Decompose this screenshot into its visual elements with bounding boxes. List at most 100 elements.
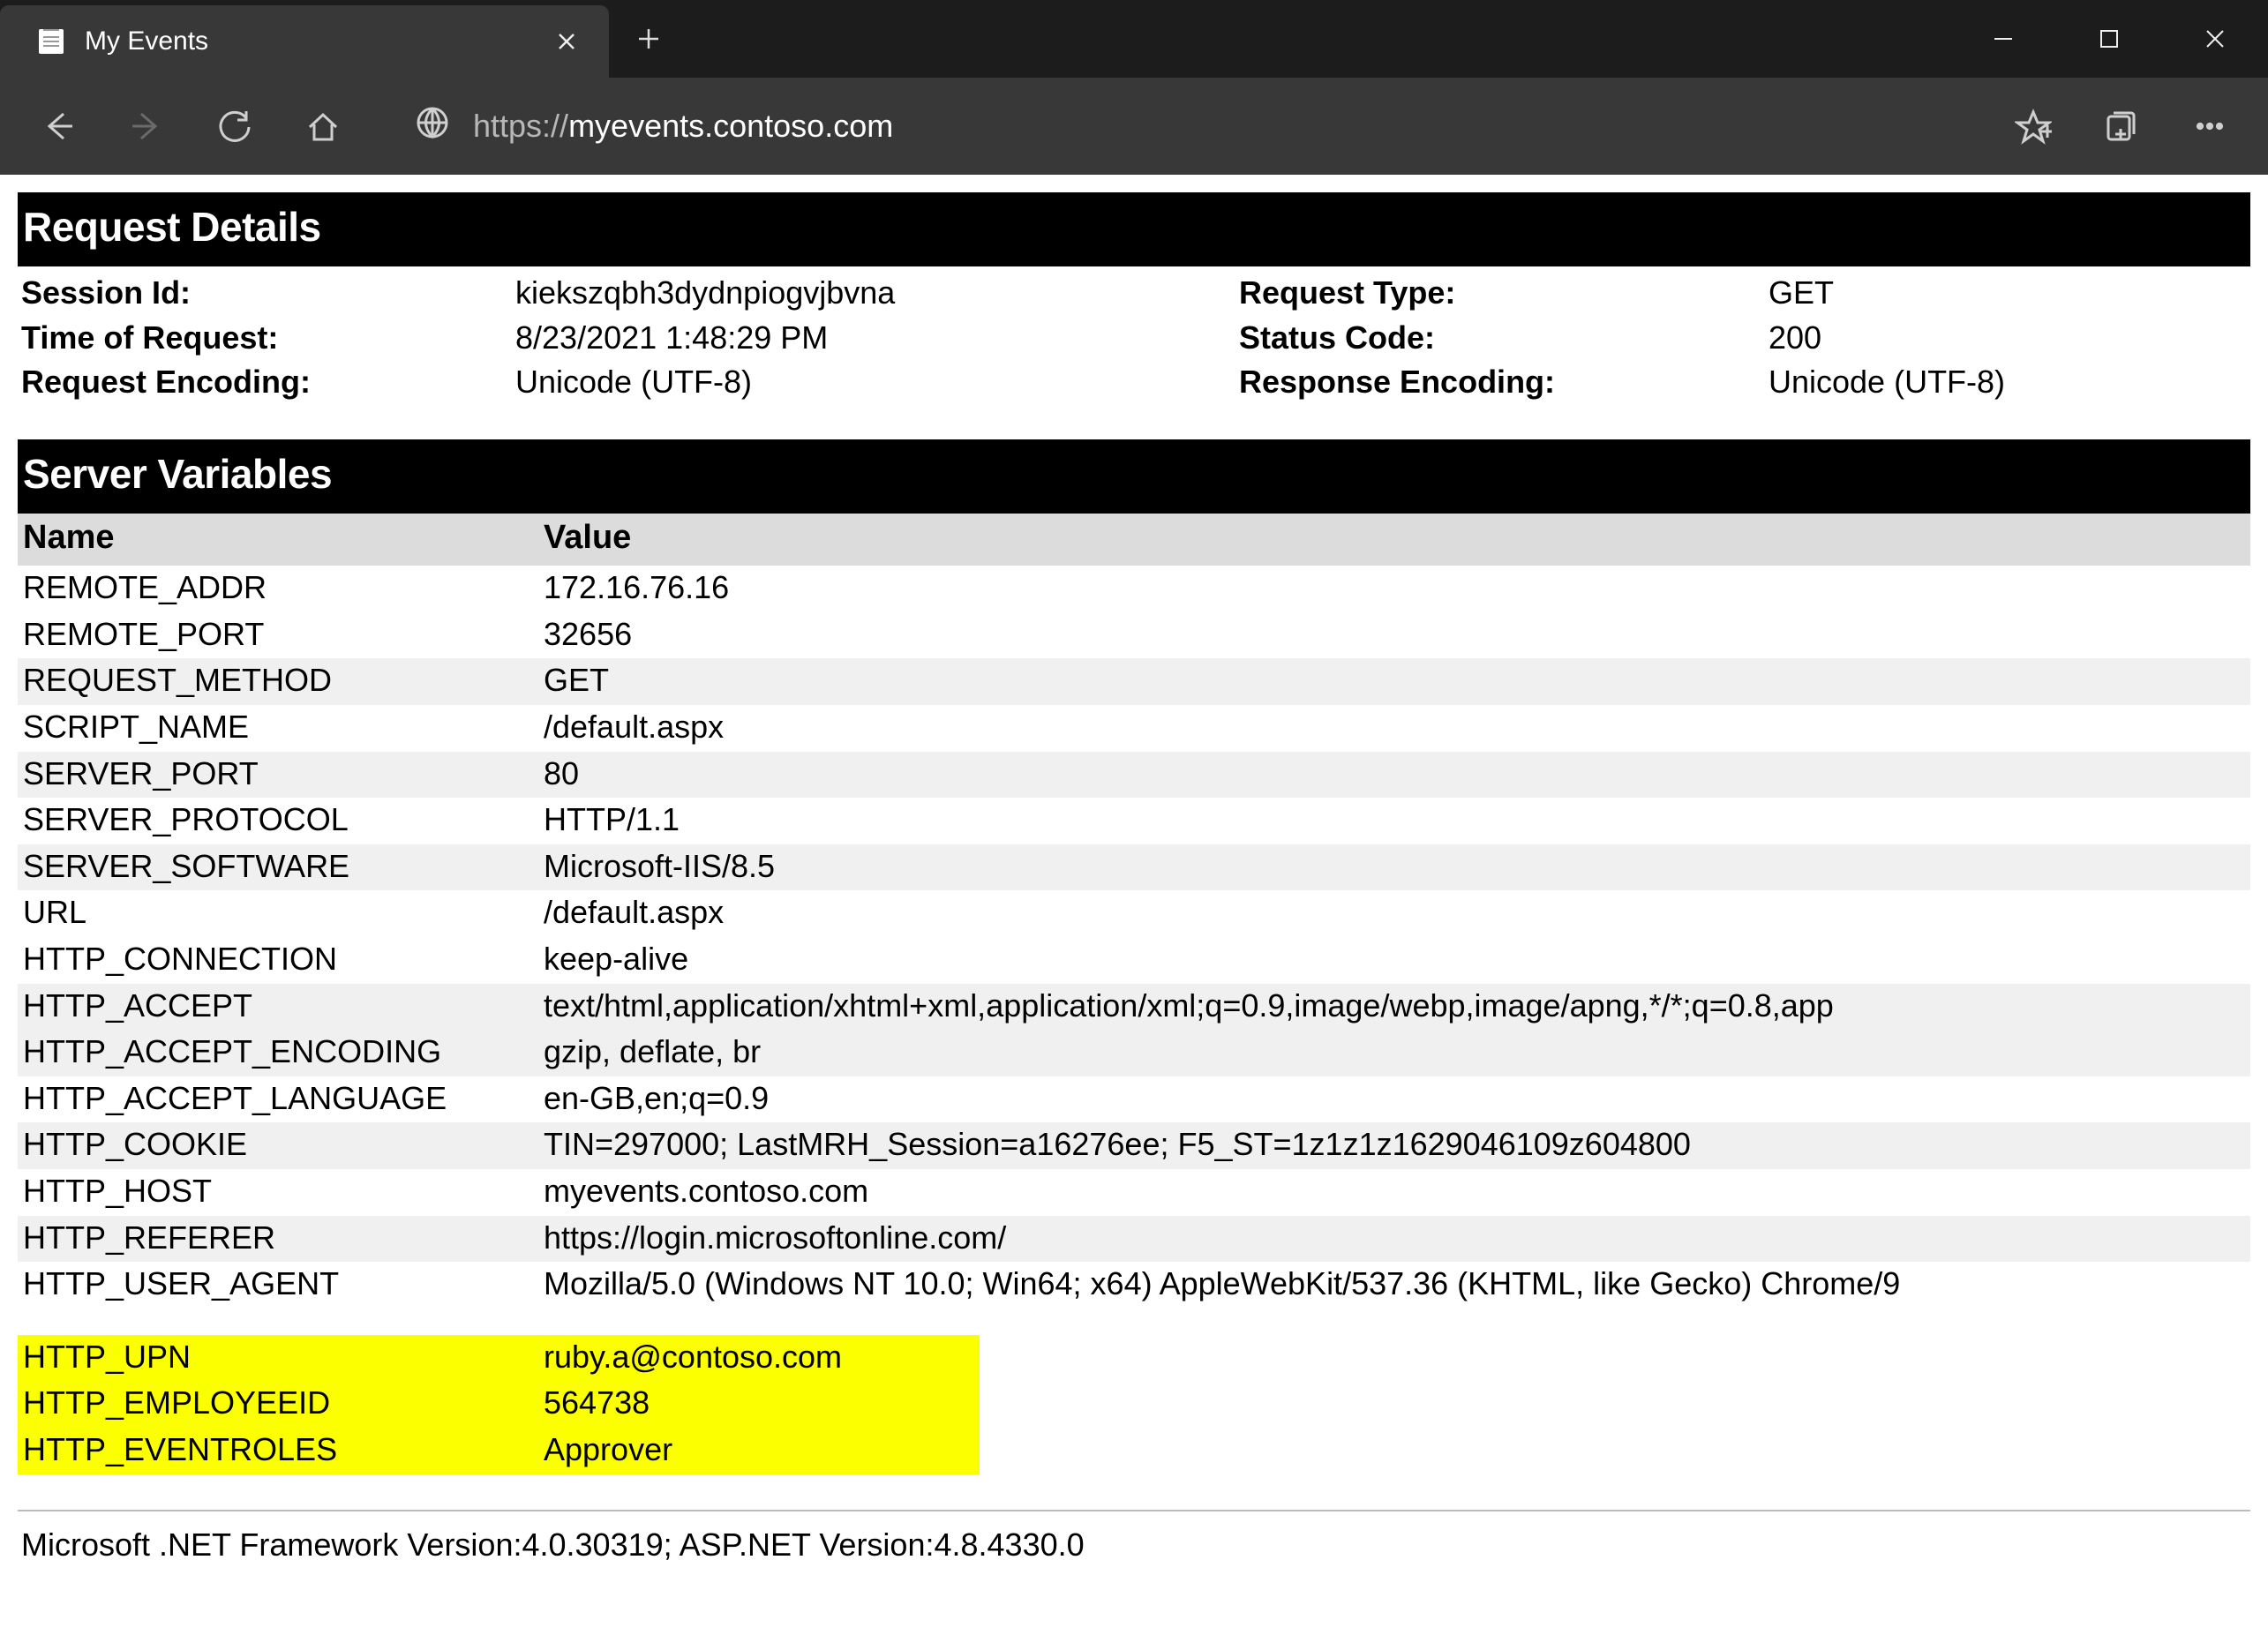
more-button[interactable] bbox=[2171, 87, 2249, 165]
site-info-icon[interactable] bbox=[415, 105, 450, 148]
maximize-button[interactable] bbox=[2056, 0, 2162, 78]
var-name: REMOTE_PORT bbox=[23, 613, 544, 656]
var-name: HTTP_REFERER bbox=[23, 1217, 544, 1260]
table-row: HTTP_HOSTmyevents.contoso.com bbox=[18, 1169, 2250, 1216]
table-row: HTTP_EMPLOYEEID564738 bbox=[18, 1381, 980, 1428]
var-name: HTTP_EVENTROLES bbox=[23, 1429, 544, 1472]
label-time: Time of Request: bbox=[21, 317, 515, 360]
table-row: HTTP_REFERERhttps://login.microsoftonlin… bbox=[18, 1216, 2250, 1263]
table-row: HTTP_EVENTROLESApprover bbox=[18, 1428, 980, 1474]
var-name: HTTP_COOKIE bbox=[23, 1123, 544, 1166]
var-value: en-GB,en;q=0.9 bbox=[544, 1077, 2250, 1121]
back-button[interactable] bbox=[19, 87, 97, 165]
section-server-variables: Server Variables bbox=[18, 439, 2250, 514]
table-row: HTTP_CONNECTIONkeep-alive bbox=[18, 937, 2250, 984]
table-row: URL/default.aspx bbox=[18, 890, 2250, 937]
table-row: SERVER_PORT80 bbox=[18, 752, 2250, 799]
var-name: REMOTE_ADDR bbox=[23, 566, 544, 610]
var-name: REQUEST_METHOD bbox=[23, 659, 544, 702]
value-time: 8/23/2021 1:48:29 PM bbox=[515, 317, 1239, 360]
label-req-enc: Request Encoding: bbox=[21, 361, 515, 404]
label-status-code: Status Code: bbox=[1239, 317, 1769, 360]
vars-header-value: Value bbox=[544, 515, 2250, 560]
table-row: HTTP_COOKIETIN=297000; LastMRH_Session=a… bbox=[18, 1122, 2250, 1169]
url-host: myevents.contoso.com bbox=[568, 108, 893, 144]
var-value: Approver bbox=[544, 1429, 980, 1472]
var-name: HTTP_ACCEPT_ENCODING bbox=[23, 1031, 544, 1074]
vars-header-name: Name bbox=[23, 515, 544, 560]
page-favicon-icon bbox=[39, 29, 64, 54]
var-value: keep-alive bbox=[544, 938, 2250, 981]
var-value: /default.aspx bbox=[544, 891, 2250, 934]
value-req-enc: Unicode (UTF-8) bbox=[515, 361, 1239, 404]
var-name: HTTP_ACCEPT bbox=[23, 985, 544, 1028]
var-name: URL bbox=[23, 891, 544, 934]
label-resp-enc: Response Encoding: bbox=[1239, 361, 1769, 404]
label-request-type: Request Type: bbox=[1239, 272, 1769, 315]
table-row: HTTP_UPNruby.a@contoso.com bbox=[18, 1335, 980, 1382]
highlighted-vars: HTTP_UPNruby.a@contoso.comHTTP_EMPLOYEEI… bbox=[18, 1335, 980, 1474]
var-value: 32656 bbox=[544, 613, 2250, 656]
var-value: Mozilla/5.0 (Windows NT 10.0; Win64; x64… bbox=[544, 1263, 2250, 1306]
var-name: HTTP_ACCEPT_LANGUAGE bbox=[23, 1077, 544, 1121]
table-row: SERVER_SOFTWAREMicrosoft-IIS/8.5 bbox=[18, 844, 2250, 891]
var-value: myevents.contoso.com bbox=[544, 1170, 2250, 1213]
value-session-id: kiekszqbh3dydnpiogvjbvna bbox=[515, 272, 1239, 315]
label-session-id: Session Id: bbox=[21, 272, 515, 315]
var-value: 564738 bbox=[544, 1382, 980, 1425]
url-scheme: https:// bbox=[473, 108, 568, 144]
var-value: text/html,application/xhtml+xml,applicat… bbox=[544, 985, 2250, 1028]
table-row: HTTP_ACCEPT_LANGUAGEen-GB,en;q=0.9 bbox=[18, 1076, 2250, 1123]
vars-header-row: Name Value bbox=[18, 514, 2250, 566]
table-row: REMOTE_PORT32656 bbox=[18, 612, 2250, 659]
browser-tab[interactable]: My Events bbox=[0, 5, 609, 78]
value-resp-enc: Unicode (UTF-8) bbox=[1769, 361, 2250, 404]
value-status-code: 200 bbox=[1769, 317, 2250, 360]
forward-button[interactable] bbox=[108, 87, 185, 165]
var-value: HTTP/1.1 bbox=[544, 799, 2250, 842]
new-tab-button[interactable] bbox=[609, 0, 688, 78]
browser-toolbar: https://myevents.contoso.com bbox=[0, 78, 2268, 175]
var-name: HTTP_CONNECTION bbox=[23, 938, 544, 981]
var-value: GET bbox=[544, 659, 2250, 702]
footer-version: Microsoft .NET Framework Version:4.0.303… bbox=[18, 1524, 2250, 1567]
var-value: https://login.microsoftonline.com/ bbox=[544, 1217, 2250, 1260]
close-window-button[interactable] bbox=[2162, 0, 2268, 78]
var-value: TIN=297000; LastMRH_Session=a16276ee; F5… bbox=[544, 1123, 2250, 1166]
var-value: 172.16.76.16 bbox=[544, 566, 2250, 610]
minimize-button[interactable] bbox=[1950, 0, 2056, 78]
var-name: HTTP_HOST bbox=[23, 1170, 544, 1213]
value-request-type: GET bbox=[1769, 272, 2250, 315]
tab-title: My Events bbox=[85, 26, 528, 56]
var-value: 80 bbox=[544, 753, 2250, 796]
table-row: REMOTE_ADDR172.16.76.16 bbox=[18, 566, 2250, 612]
collections-button[interactable] bbox=[2083, 87, 2160, 165]
var-value: gzip, deflate, br bbox=[544, 1031, 2250, 1074]
var-name: HTTP_EMPLOYEEID bbox=[23, 1382, 544, 1425]
var-value: Microsoft-IIS/8.5 bbox=[544, 845, 2250, 889]
address-bar[interactable]: https://myevents.contoso.com bbox=[372, 94, 1984, 158]
refresh-button[interactable] bbox=[196, 87, 274, 165]
var-name: SERVER_SOFTWARE bbox=[23, 845, 544, 889]
var-name: SERVER_PROTOCOL bbox=[23, 799, 544, 842]
close-tab-button[interactable] bbox=[549, 24, 584, 59]
table-row: SCRIPT_NAME/default.aspx bbox=[18, 705, 2250, 752]
divider bbox=[18, 1510, 2250, 1511]
favorites-button[interactable] bbox=[1994, 87, 2072, 165]
url-text: https://myevents.contoso.com bbox=[473, 108, 893, 145]
server-variables-table: Name Value REMOTE_ADDR172.16.76.16REMOTE… bbox=[18, 514, 2250, 1474]
page-content: Request Details Session Id: kiekszqbh3dy… bbox=[0, 175, 2268, 1584]
var-name: HTTP_USER_AGENT bbox=[23, 1263, 544, 1306]
table-row: HTTP_USER_AGENTMozilla/5.0 (Windows NT 1… bbox=[18, 1262, 2250, 1309]
var-name: HTTP_UPN bbox=[23, 1336, 544, 1379]
table-row: SERVER_PROTOCOLHTTP/1.1 bbox=[18, 798, 2250, 844]
section-request-details: Request Details bbox=[18, 192, 2250, 266]
var-name: SCRIPT_NAME bbox=[23, 706, 544, 749]
var-name: SERVER_PORT bbox=[23, 753, 544, 796]
table-row: REQUEST_METHODGET bbox=[18, 658, 2250, 705]
var-value: ruby.a@contoso.com bbox=[544, 1336, 980, 1379]
var-value: /default.aspx bbox=[544, 706, 2250, 749]
request-details-grid: Session Id: kiekszqbh3dydnpiogvjbvna Req… bbox=[18, 266, 2250, 439]
home-button[interactable] bbox=[284, 87, 362, 165]
table-row: HTTP_ACCEPT_ENCODINGgzip, deflate, br bbox=[18, 1030, 2250, 1076]
